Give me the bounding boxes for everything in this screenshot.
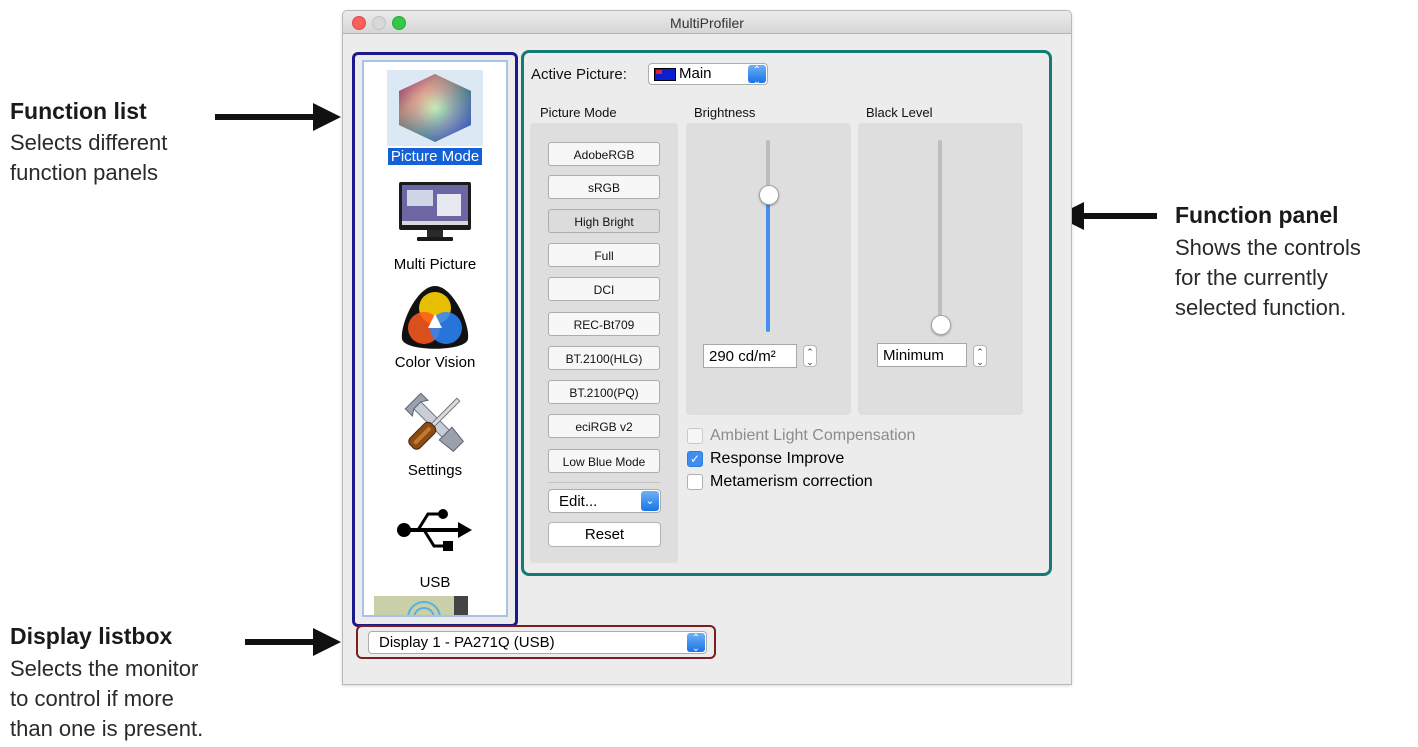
black-level-slider-knob[interactable] (931, 315, 951, 335)
mode-button-adobergb[interactable]: AdobeRGB (548, 142, 660, 166)
mode-button-srgb[interactable]: sRGB (548, 175, 660, 199)
annotation-line: function panels (10, 160, 158, 185)
color-vision-icon (398, 284, 472, 354)
mode-button-bt2100-pq[interactable]: BT.2100(PQ) (548, 380, 660, 404)
active-picture-select[interactable]: Main ⌃ ⌄ (648, 63, 768, 87)
sidebar-item-multi-picture[interactable]: Multi Picture (364, 180, 506, 273)
window-title: MultiProfiler (670, 15, 744, 31)
display-select[interactable]: Display 1 - PA271Q (USB) ⌃ ⌄ (368, 631, 707, 654)
metamerism-label: Metamerism correction (710, 473, 873, 490)
active-picture-value: Main (679, 65, 712, 82)
title-bar[interactable]: MultiProfiler (343, 11, 1071, 34)
sidebar-item-label: Picture Mode (387, 148, 483, 165)
mode-button-high-bright[interactable]: High Bright (548, 209, 660, 233)
sidebar-item-usb[interactable]: USB (364, 502, 506, 591)
edit-menu-label: Edit... (559, 493, 598, 510)
annotation-title: Display listbox (10, 623, 173, 649)
chevron-down-icon: ⌄ (641, 491, 659, 511)
color-cube-icon (387, 70, 483, 146)
response-improve-label: Response Improve (710, 450, 845, 467)
sidebar-item-settings[interactable]: Settings (364, 388, 506, 479)
sidebar-item-label: USB (419, 574, 451, 591)
brightness-value-field[interactable]: 290 cd/m² (703, 344, 797, 368)
black-level-slider-track[interactable] (938, 140, 942, 328)
arrow-right-icon (245, 628, 341, 656)
chevron-updown-icon: ⌃ ⌄ (748, 65, 766, 87)
divider (548, 482, 660, 483)
black-level-value-field[interactable]: Minimum (877, 343, 967, 367)
arrow-left-icon (1056, 202, 1157, 230)
sidebar-item-color-vision[interactable]: Color Vision (364, 284, 506, 371)
sidebar-item-label: Settings (407, 462, 463, 479)
ambient-light-label: Ambient Light Compensation (710, 427, 916, 444)
brightness-heading: Brightness (694, 105, 756, 120)
arrow-right-icon (215, 103, 341, 131)
annotation-line: for the currently (1175, 265, 1328, 290)
sidebar-item-label: Color Vision (394, 354, 476, 371)
display-select-value: Display 1 - PA271Q (USB) (379, 634, 555, 651)
metamerism-checkbox[interactable] (687, 474, 703, 490)
mode-button-rec-bt709[interactable]: REC-Bt709 (548, 312, 660, 336)
ambient-light-checkbox[interactable] (687, 428, 703, 444)
sidebar-item-picture-mode[interactable]: Picture Mode (364, 70, 506, 165)
edit-menu-button[interactable]: Edit... ⌄ (548, 489, 661, 513)
monitor-icon (397, 180, 473, 244)
annotation-title: Function panel (1175, 202, 1339, 228)
chevron-updown-icon: ⌃ ⌄ (687, 633, 705, 654)
picture-mode-heading: Picture Mode (540, 105, 617, 120)
annotation-line: than one is present. (10, 716, 204, 741)
annotation-line: Selects different (10, 130, 168, 155)
annotation-line: Selects the monitor (10, 656, 199, 681)
annotation-line: Shows the controls (1175, 235, 1361, 260)
mode-button-ecirgb-v2[interactable]: eciRGB v2 (548, 414, 660, 438)
annotation-title: Function list (10, 98, 147, 124)
mode-button-full[interactable]: Full (548, 243, 660, 267)
response-improve-checkbox[interactable]: ✓ (687, 451, 703, 467)
tools-icon (400, 388, 470, 458)
brightness-slider-knob[interactable] (759, 184, 779, 205)
mode-button-bt2100-hlg[interactable]: BT.2100(HLG) (548, 346, 660, 370)
mode-button-low-blue[interactable]: Low Blue Mode (548, 449, 660, 473)
active-picture-label: Active Picture: (531, 66, 627, 83)
mode-button-dci[interactable]: DCI (548, 277, 660, 301)
partial-list-item-thumbnail (374, 596, 468, 615)
brightness-stepper[interactable]: ⌃ ⌄ (803, 345, 817, 367)
reset-button[interactable]: Reset (548, 522, 661, 547)
function-list[interactable]: Picture Mode Multi Picture Color Vision … (362, 60, 508, 617)
annotation-line: to control if more (10, 686, 174, 711)
sidebar-item-label: Multi Picture (393, 256, 477, 273)
black-level-heading: Black Level (866, 105, 933, 120)
annotation-line: selected function. (1175, 295, 1347, 320)
usb-icon (396, 502, 474, 558)
picture-swatch-icon (654, 68, 676, 81)
brightness-slider-fill (766, 193, 770, 332)
black-level-stepper[interactable]: ⌃ ⌄ (973, 345, 987, 367)
